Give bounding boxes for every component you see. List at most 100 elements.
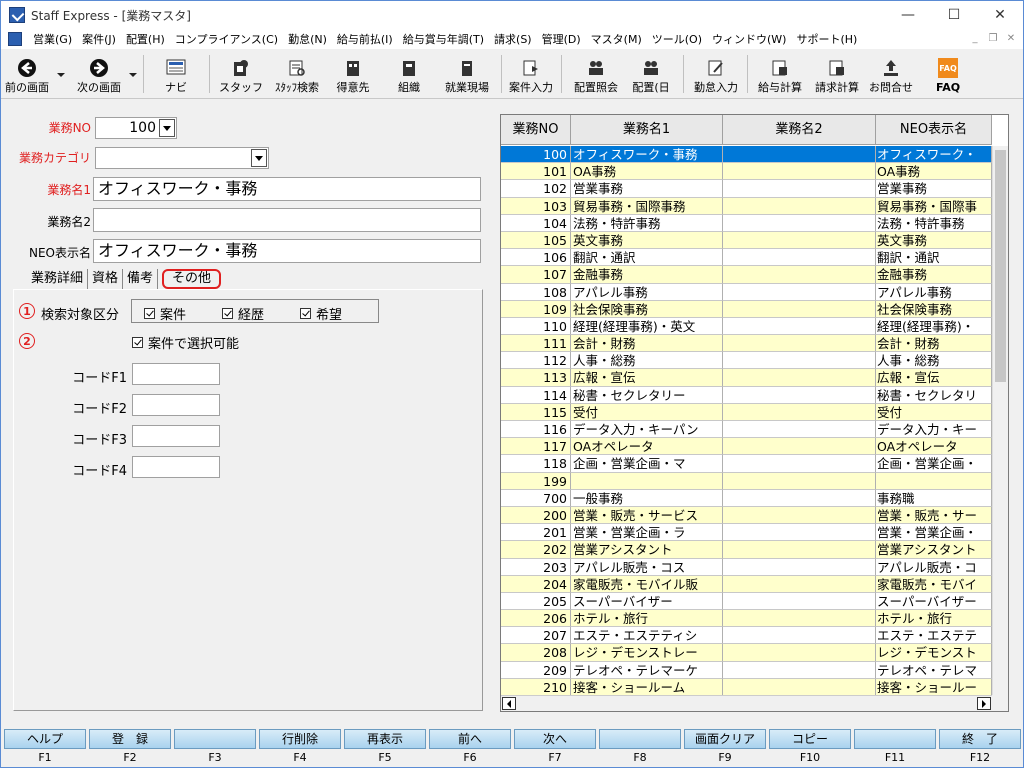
category-select[interactable] — [95, 147, 269, 169]
table-row[interactable]: 114 秘書・セクレタリー 秘書・セクレタリ — [501, 386, 992, 404]
vertical-scrollbar[interactable] — [992, 146, 1008, 696]
code2-input[interactable] — [132, 394, 220, 416]
checkbox-history[interactable]: 経歴 — [222, 304, 264, 323]
table-row[interactable]: 116 データ入力・キーパン データ入力・キー — [501, 421, 992, 439]
col-header-name2[interactable]: 業務名2 — [723, 115, 876, 145]
scroll-left-icon[interactable] — [502, 697, 516, 710]
tab-other[interactable]: その他 — [162, 269, 222, 289]
table-row[interactable]: 210 接客・ショールーム 接客・ショールー — [501, 678, 992, 696]
table-row[interactable]: 115 受付 受付 — [501, 403, 992, 421]
gyomu-no-select[interactable]: 100 — [95, 117, 177, 139]
organization-button[interactable]: 組織 — [387, 51, 431, 97]
name1-input[interactable]: オフィスワーク・事務 — [93, 177, 481, 201]
mdi-close-button[interactable]: ✕ — [1003, 31, 1019, 46]
table-row[interactable]: 208 レジ・デモンストレー レジ・デモンスト — [501, 644, 992, 662]
table-row[interactable]: 113 広報・宣伝 広報・宣伝 — [501, 369, 992, 387]
table-row[interactable]: 199 — [501, 472, 992, 490]
fkey-f4-button[interactable]: 行削除 — [259, 729, 341, 749]
code3-input[interactable] — [132, 425, 220, 447]
minimize-button[interactable]: — — [885, 1, 931, 29]
menu-compliance[interactable]: コンプライアンス(C) — [170, 31, 283, 47]
table-row[interactable]: 203 アパレル販売・コス アパレル販売・コ — [501, 558, 992, 576]
table-row[interactable]: 101 OA事務 OA事務 — [501, 163, 992, 181]
tab-details[interactable]: 業務詳細 — [27, 269, 89, 289]
assign-day-button[interactable]: 配置(日 — [627, 51, 675, 97]
col-header-name1[interactable]: 業務名1 — [571, 115, 723, 145]
fkey-f7-button[interactable]: 次へ — [514, 729, 596, 749]
table-row[interactable]: 204 家電販売・モバイル販 家電販売・モバイ — [501, 575, 992, 593]
table-row[interactable]: 117 OAオペレータ OAオペレータ — [501, 438, 992, 456]
table-row[interactable]: 201 営業・営業企画・ラ 営業・営業企画・ — [501, 524, 992, 542]
menu-support[interactable]: サポート(H) — [791, 31, 862, 47]
tab-notes[interactable]: 備考 — [123, 269, 159, 289]
fkey-f12-button[interactable]: 終 了 — [939, 729, 1021, 749]
app-menu-icon[interactable] — [8, 32, 22, 46]
table-row[interactable]: 206 ホテル・旅行 ホテル・旅行 — [501, 610, 992, 628]
tab-qualifications[interactable]: 資格 — [88, 269, 124, 289]
chevron-down-icon[interactable] — [251, 149, 267, 167]
table-row[interactable]: 109 社会保険事務 社会保険事務 — [501, 300, 992, 318]
table-row[interactable]: 112 人事・総務 人事・総務 — [501, 352, 992, 370]
billing-calc-button[interactable]: 請求計算 — [809, 51, 865, 97]
maximize-button[interactable]: ☐ — [931, 1, 977, 29]
table-row[interactable]: 106 翻訳・通訳 翻訳・通訳 — [501, 249, 992, 267]
col-header-neo[interactable]: NEO表示名 — [876, 115, 992, 145]
horizontal-scrollbar[interactable] — [501, 695, 992, 711]
table-row[interactable]: 207 エステ・エステティシ エステ・エステテ — [501, 627, 992, 645]
contact-button[interactable]: お問合せ — [865, 51, 917, 97]
next-dropdown-icon[interactable] — [129, 73, 137, 77]
vertical-scroll-thumb[interactable] — [995, 150, 1006, 382]
table-row[interactable]: 104 法務・特許事務 法務・特許事務 — [501, 214, 992, 232]
table-row[interactable]: 209 テレオペ・テレマーケ テレオペ・テレマ — [501, 661, 992, 679]
table-row[interactable]: 108 アパレル事務 アパレル事務 — [501, 283, 992, 301]
close-button[interactable]: ✕ — [977, 1, 1023, 29]
menu-assign[interactable]: 配置(H) — [121, 31, 170, 47]
neo-name-input[interactable]: オフィスワーク・事務 — [93, 239, 481, 263]
staff-button[interactable]: スタッフ — [219, 51, 263, 97]
prev-dropdown-icon[interactable] — [57, 73, 65, 77]
fkey-f8-button[interactable] — [599, 729, 681, 749]
faq-button[interactable]: FAQ FAQ — [927, 51, 969, 97]
checkbox-wish[interactable]: 希望 — [300, 304, 342, 323]
chevron-down-icon[interactable] — [159, 119, 175, 137]
menu-sales[interactable]: 営業(G) — [28, 31, 77, 47]
navi-button[interactable]: ナビ — [153, 51, 199, 97]
table-row[interactable]: 103 貿易事務・国際事務 貿易事務・国際事 — [501, 197, 992, 215]
table-row[interactable]: 105 英文事務 英文事務 — [501, 231, 992, 250]
table-row[interactable]: 111 会計・財務 会計・財務 — [501, 335, 992, 353]
next-screen-button[interactable]: 次の画面 — [71, 51, 127, 97]
table-row[interactable]: 700 一般事務 事務職 — [501, 489, 992, 507]
staff-search-button[interactable]: ｽﾀｯﾌ検索 — [269, 51, 325, 97]
prev-screen-button[interactable]: 前の画面 — [3, 51, 51, 97]
table-row[interactable]: 102 営業事務 営業事務 — [501, 180, 992, 198]
menu-case[interactable]: 案件(J) — [77, 31, 121, 47]
fkey-f3-button[interactable] — [174, 729, 256, 749]
code4-input[interactable] — [132, 456, 220, 478]
scroll-right-icon[interactable] — [977, 697, 991, 710]
code1-input[interactable] — [132, 363, 220, 385]
fkey-f10-button[interactable]: コピー — [769, 729, 851, 749]
table-row[interactable]: 110 経理(経理事務)・英文 経理(経理事務)・ — [501, 317, 992, 336]
table-row[interactable]: 202 営業アシスタント 営業アシスタント — [501, 541, 992, 559]
menu-window[interactable]: ウィンドウ(W) — [707, 31, 791, 47]
fkey-f9-button[interactable]: 画面クリア — [684, 729, 766, 749]
mdi-minimize-button[interactable]: _ — [967, 31, 983, 46]
mdi-restore-button[interactable]: ❐ — [985, 31, 1001, 46]
fkey-f5-button[interactable]: 再表示 — [344, 729, 426, 749]
checkbox-selectable-in-case[interactable]: 案件で選択可能 — [132, 333, 239, 352]
menu-billing[interactable]: 請求(S) — [489, 31, 537, 47]
menu-advance-pay[interactable]: 給与前払(I) — [332, 31, 398, 47]
table-row[interactable]: 118 企画・営業企画・マ 企画・営業企画・ — [501, 455, 992, 473]
salary-calc-button[interactable]: 給与計算 — [753, 51, 807, 97]
table-row[interactable]: 205 スーパーバイザー スーパーバイザー — [501, 592, 992, 611]
menu-master[interactable]: マスタ(M) — [586, 31, 647, 47]
col-header-no[interactable]: 業務NO — [501, 115, 571, 145]
checkbox-case[interactable]: 案件 — [144, 304, 186, 323]
table-row[interactable]: 200 営業・販売・サービス 営業・販売・サー — [501, 506, 992, 525]
menu-tools[interactable]: ツール(O) — [647, 31, 707, 47]
case-input-button[interactable]: 案件入力 — [505, 51, 557, 97]
fkey-f11-button[interactable] — [854, 729, 936, 749]
client-button[interactable]: 得意先 — [331, 51, 375, 97]
menu-payroll[interactable]: 給与賞与年調(T) — [398, 31, 489, 47]
fkey-f2-button[interactable]: 登 録 — [89, 729, 171, 749]
